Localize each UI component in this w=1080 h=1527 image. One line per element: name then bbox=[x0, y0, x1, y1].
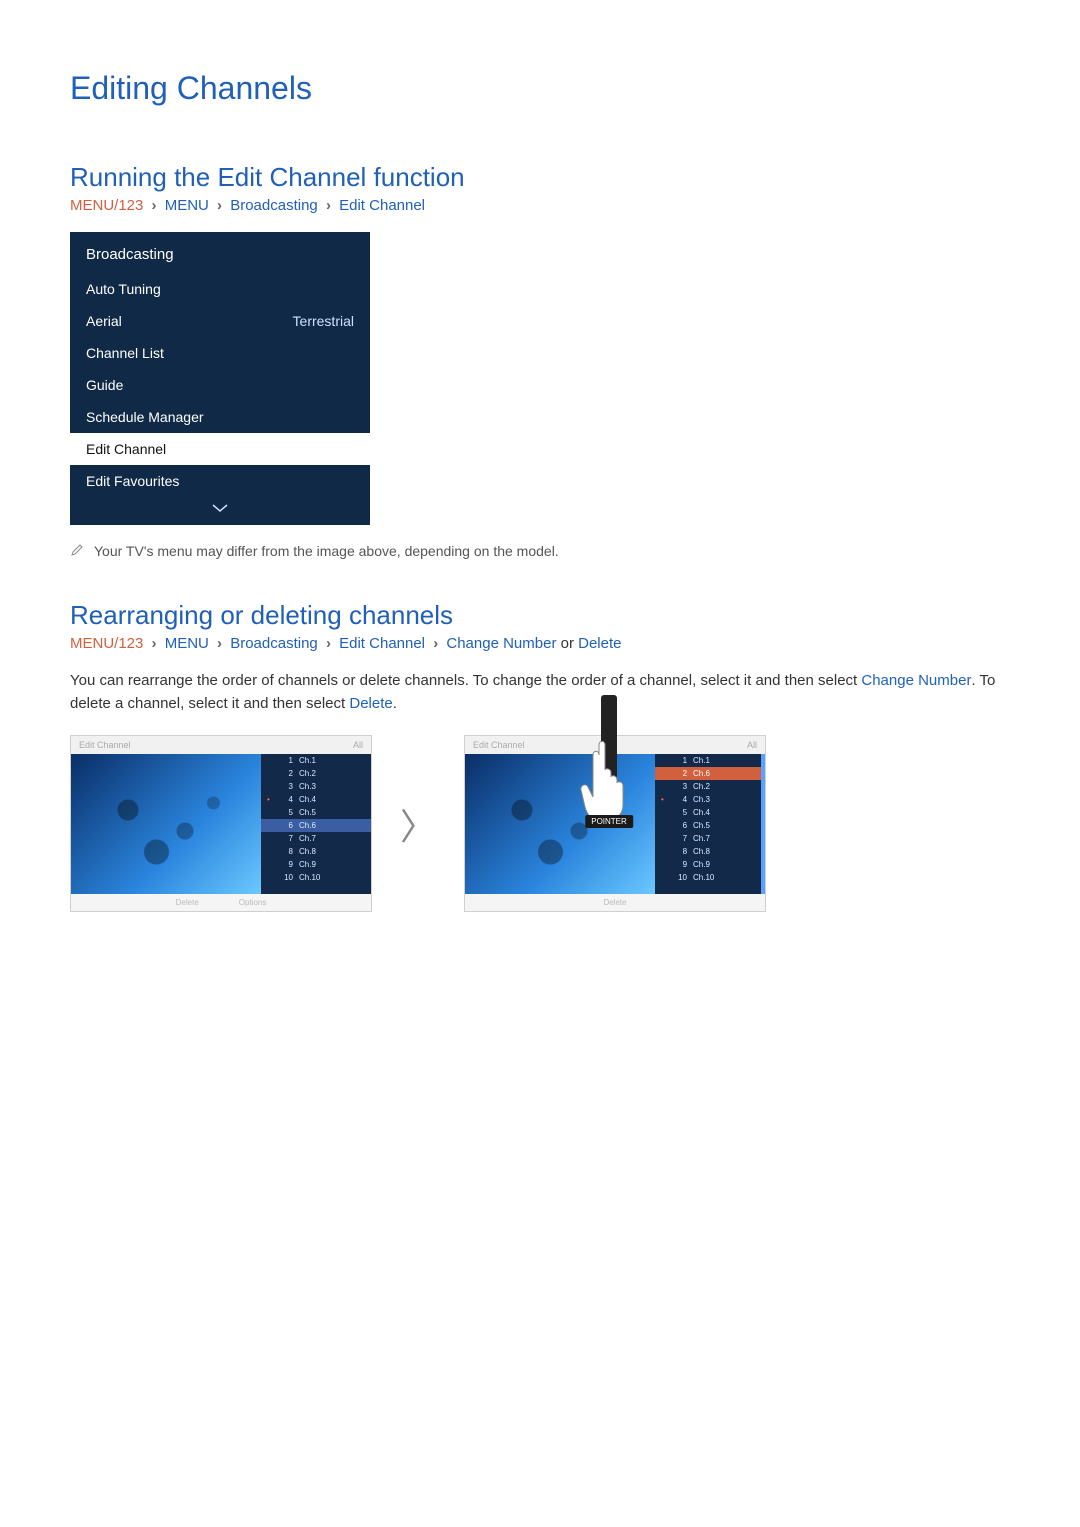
chevron-right-icon: › bbox=[322, 197, 335, 214]
channel-row: 10Ch.10 bbox=[655, 871, 761, 884]
bc-or: or bbox=[561, 635, 574, 652]
shot-channel-list: 1Ch.12Ch.23Ch.3•4Ch.45Ch.56Ch.67Ch.78Ch.… bbox=[261, 754, 371, 894]
menu-item-label: Aerial bbox=[86, 313, 122, 329]
section2-body: You can rearrange the order of channels … bbox=[70, 670, 1010, 715]
channel-row: 7Ch.7 bbox=[655, 832, 761, 845]
channel-row: 6Ch.5 bbox=[655, 819, 761, 832]
bc-start: MENU/123 bbox=[70, 197, 143, 214]
channel-row: 8Ch.8 bbox=[655, 845, 761, 858]
channel-row: 9Ch.9 bbox=[261, 858, 371, 871]
remote-button-label: POINTER bbox=[585, 815, 633, 828]
section1-title: Running the Edit Channel function bbox=[70, 162, 1010, 193]
menu-item-guide[interactable]: Guide bbox=[70, 369, 370, 401]
note-text: Your TV's menu may differ from the image… bbox=[94, 543, 559, 559]
bc-edit-channel: Edit Channel bbox=[339, 635, 425, 652]
note: Your TV's menu may differ from the image… bbox=[70, 543, 1010, 560]
channel-row: 2Ch.2 bbox=[261, 767, 371, 780]
bc-broadcasting: Broadcasting bbox=[230, 197, 318, 214]
bc-delete: Delete bbox=[578, 635, 621, 652]
section2-title: Rearranging or deleting channels bbox=[70, 600, 1010, 631]
bc-change-number: Change Number bbox=[446, 635, 556, 652]
body-pre: You can rearrange the order of channels … bbox=[70, 672, 861, 689]
channel-row: 3Ch.2 bbox=[655, 780, 761, 793]
menu-item-auto-tuning[interactable]: Auto Tuning bbox=[70, 273, 370, 305]
chevron-right-icon: › bbox=[148, 635, 161, 652]
term-delete: Delete bbox=[349, 695, 392, 712]
shot-bottom-bar: Delete Options bbox=[71, 894, 371, 911]
bc-menu: MENU bbox=[165, 635, 209, 652]
channel-row: 1Ch.1 bbox=[261, 754, 371, 767]
shot-bottom-button: Options bbox=[239, 898, 267, 907]
screenshot-pair: Edit Channel All 1Ch.12Ch.23Ch.3•4Ch.45C… bbox=[70, 735, 1010, 912]
chevron-right-icon: › bbox=[322, 635, 335, 652]
broadcasting-menu: Broadcasting Auto Tuning Aerial Terrestria… bbox=[70, 232, 370, 525]
chevron-right-icon: › bbox=[213, 197, 226, 214]
bc-edit-channel: Edit Channel bbox=[339, 197, 425, 214]
shot-scroll-indicator bbox=[761, 754, 765, 894]
body-post: . bbox=[393, 695, 397, 712]
chevron-right-icon: 〉 bbox=[400, 798, 436, 850]
menu-scroll-down[interactable] bbox=[70, 497, 370, 525]
screenshot-before: Edit Channel All 1Ch.12Ch.23Ch.3•4Ch.45C… bbox=[70, 735, 372, 912]
chevron-down-icon bbox=[211, 501, 229, 513]
channel-row: •4Ch.4 bbox=[261, 793, 371, 806]
channel-row: 5Ch.4 bbox=[655, 806, 761, 819]
shot-tab: All bbox=[747, 740, 757, 750]
shot-bottom-bar: Delete bbox=[465, 894, 765, 911]
shot-bottom-button: Delete bbox=[603, 898, 626, 907]
menu-header: Broadcasting bbox=[70, 232, 370, 273]
bc-menu: MENU bbox=[165, 197, 209, 214]
channel-row: 6Ch.6 bbox=[261, 819, 371, 832]
menu-item-channel-list[interactable]: Channel List bbox=[70, 337, 370, 369]
pencil-icon bbox=[70, 543, 84, 560]
channel-row: 7Ch.7 bbox=[261, 832, 371, 845]
shot-title: Edit Channel bbox=[79, 740, 131, 750]
channel-row: 8Ch.8 bbox=[261, 845, 371, 858]
menu-item-label: Guide bbox=[86, 377, 123, 393]
remote-illustration: POINTER bbox=[579, 695, 639, 795]
shot-tab: All bbox=[353, 740, 363, 750]
menu-item-label: Edit Favourites bbox=[86, 473, 179, 489]
shot-bottom-button: Delete bbox=[176, 898, 199, 907]
page-title: Editing Channels bbox=[70, 70, 1010, 107]
chevron-right-icon: › bbox=[213, 635, 226, 652]
section2-breadcrumb: MENU/123 › MENU › Broadcasting › Edit Ch… bbox=[70, 635, 1010, 652]
chevron-right-icon: › bbox=[148, 197, 161, 214]
bc-broadcasting: Broadcasting bbox=[230, 635, 318, 652]
bc-start: MENU/123 bbox=[70, 635, 143, 652]
menu-item-value: Terrestrial bbox=[293, 313, 354, 329]
channel-row: 1Ch.1 bbox=[655, 754, 761, 767]
channel-row: 5Ch.5 bbox=[261, 806, 371, 819]
menu-item-label: Edit Channel bbox=[86, 441, 166, 457]
menu-item-label: Auto Tuning bbox=[86, 281, 161, 297]
shot-channel-list: 1Ch.12Ch.63Ch.2•4Ch.35Ch.46Ch.57Ch.78Ch.… bbox=[655, 754, 761, 894]
menu-item-edit-channel[interactable]: Edit Channel bbox=[70, 433, 370, 465]
menu-item-schedule-manager[interactable]: Schedule Manager bbox=[70, 401, 370, 433]
menu-item-edit-favourites[interactable]: Edit Favourites bbox=[70, 465, 370, 497]
menu-item-aerial[interactable]: Aerial Terrestrial bbox=[70, 305, 370, 337]
channel-row: 10Ch.10 bbox=[261, 871, 371, 884]
shot-preview bbox=[71, 754, 261, 894]
channel-row: •4Ch.3 bbox=[655, 793, 761, 806]
channel-row: 3Ch.3 bbox=[261, 780, 371, 793]
chevron-right-icon: › bbox=[429, 635, 442, 652]
shot-title: Edit Channel bbox=[473, 740, 525, 750]
screenshot-after-wrap: Edit Channel All 1Ch.12Ch.63Ch.2•4Ch.35C… bbox=[464, 735, 764, 912]
channel-row: 9Ch.9 bbox=[655, 858, 761, 871]
menu-item-label: Channel List bbox=[86, 345, 164, 361]
menu-item-label: Schedule Manager bbox=[86, 409, 204, 425]
channel-row: 2Ch.6 bbox=[655, 767, 761, 780]
term-change-number: Change Number bbox=[861, 672, 971, 689]
section1-breadcrumb: MENU/123 › MENU › Broadcasting › Edit Ch… bbox=[70, 197, 1010, 214]
